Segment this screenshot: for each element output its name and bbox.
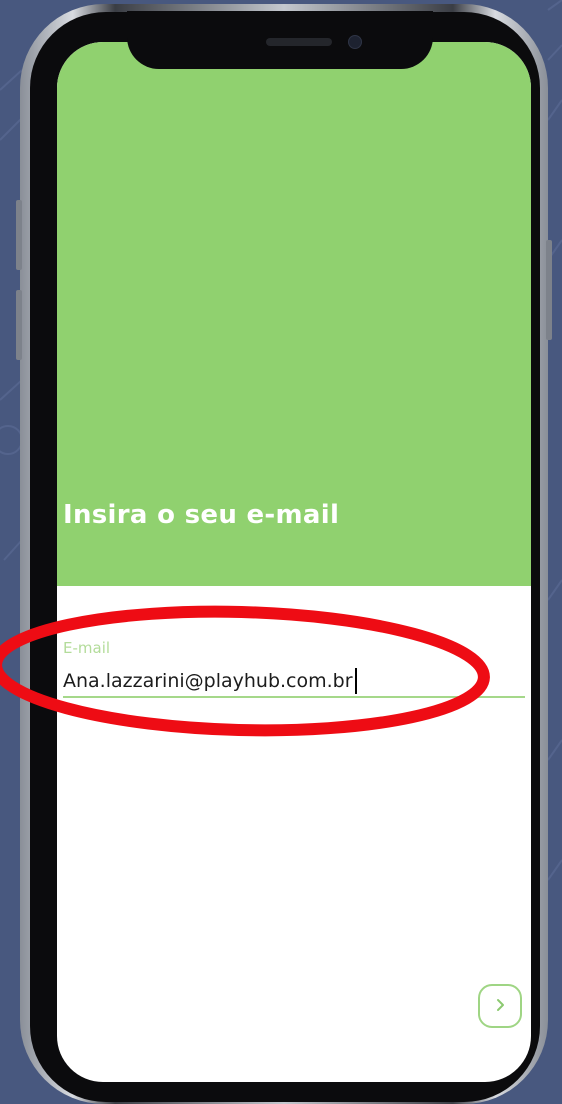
camera-icon [348, 35, 362, 49]
email-field-label: E-mail [63, 639, 111, 657]
email-field[interactable] [63, 666, 525, 698]
app-screen: Insira o seu e-mail E-mail [57, 42, 531, 1082]
side-button [16, 200, 22, 270]
next-button[interactable] [478, 984, 522, 1028]
speaker-grille [266, 38, 332, 46]
side-button [16, 290, 22, 360]
hero-banner: Insira o seu e-mail [57, 42, 531, 586]
chevron-right-icon [493, 997, 507, 1016]
text-caret [355, 668, 357, 694]
side-button [546, 240, 552, 340]
page-title: Insira o seu e-mail [63, 500, 340, 530]
